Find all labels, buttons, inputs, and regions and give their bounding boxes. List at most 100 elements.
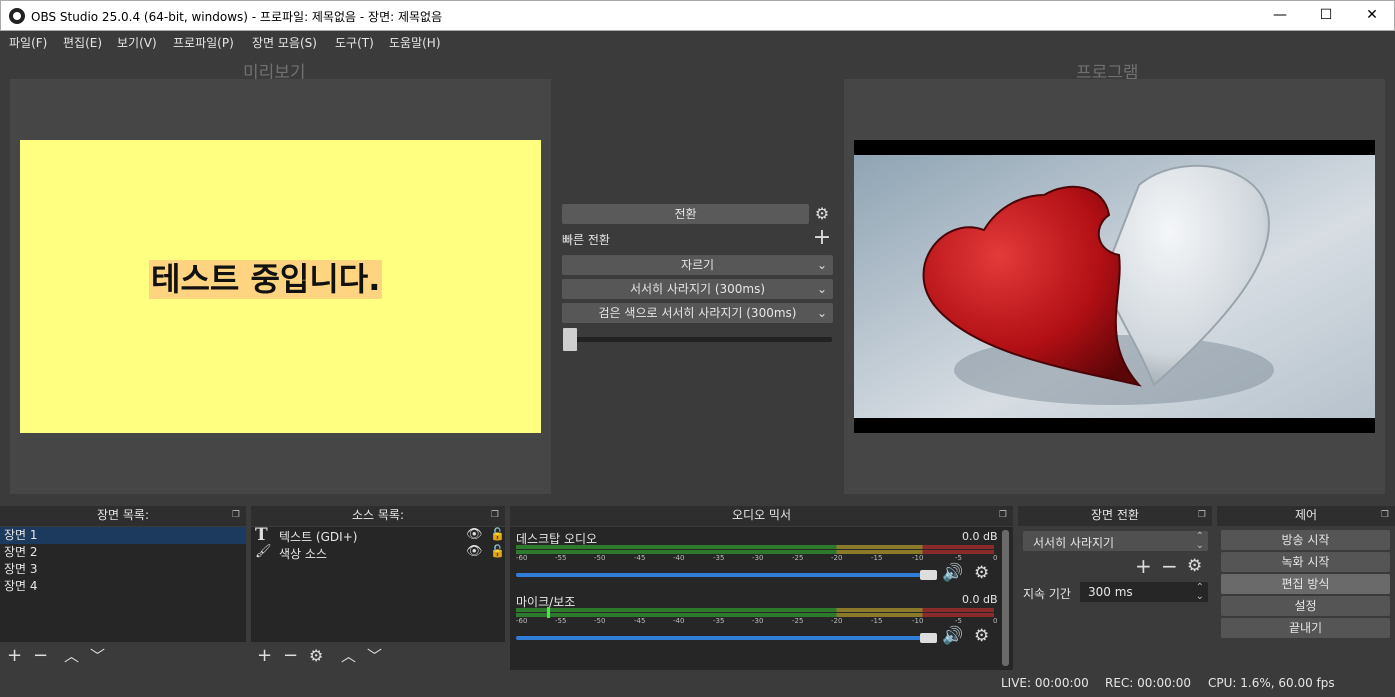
scenes-list: 장면 1 장면 2 장면 3 장면 4 (0, 527, 246, 642)
transition-select[interactable]: 서서히 사라지기 ⌃ ⌄ (1023, 531, 1208, 551)
t-bar-handle[interactable] (563, 328, 577, 351)
remove-source-minus-icon[interactable]: − (283, 644, 298, 668)
move-down-chevron-icon[interactable]: ﹀ (367, 644, 382, 668)
minimize-button[interactable]: — (1257, 1, 1303, 30)
scenes-dock-title: 장면 목록: (96, 508, 150, 522)
menu-tools[interactable]: 도구(T) (335, 34, 374, 51)
mixer-channel-db: 0.0 dB (962, 593, 998, 606)
scale-tick: -5 (955, 617, 962, 625)
start-recording-button[interactable]: 녹화 시작 (1221, 552, 1390, 572)
mixer-settings-gear-icon[interactable]: ⚙ (974, 563, 989, 583)
move-down-chevron-icon[interactable]: ﹀ (90, 644, 105, 668)
t-bar-track[interactable] (566, 337, 832, 342)
menu-file[interactable]: 파일(F) (9, 34, 47, 51)
move-up-chevron-icon[interactable]: ︿ (64, 644, 79, 668)
close-button[interactable]: ✕ (1349, 1, 1395, 30)
volume-slider-handle[interactable] (920, 633, 937, 643)
source-label: 텍스트 (GDI+) (279, 530, 358, 544)
add-scene-plus-icon[interactable]: + (7, 644, 22, 668)
lock-icon[interactable]: 🔓 (490, 544, 505, 558)
quick-transition-cut[interactable]: 자르기 ⌄ (562, 255, 833, 275)
scale-tick: -35 (713, 617, 725, 625)
menu-profile[interactable]: 프로파일(P) (173, 34, 234, 51)
scale-tick: -5 (955, 554, 962, 562)
quick-transition-fade-to-black[interactable]: 검은 색으로 서서히 사라지기 (300ms) ⌄ (562, 303, 833, 323)
scale-tick: -50 (594, 554, 606, 562)
meter-scale: -60 -55 -50 -45 -40 -35 -30 -25 -20 -15 … (516, 617, 998, 627)
move-up-chevron-icon[interactable]: ︿ (341, 644, 356, 668)
scale-tick: 0 (993, 554, 998, 562)
eye-icon[interactable]: 👁 (466, 544, 483, 559)
menu-view[interactable]: 보기(V) (117, 34, 157, 51)
scale-tick: -30 (752, 617, 764, 625)
float-icon[interactable]: ❐ (232, 506, 240, 524)
lock-icon[interactable]: 🔓 (490, 527, 505, 541)
menu-help[interactable]: 도움말(H) (389, 34, 441, 51)
scene-transitions-dock-header: 장면 전환 ❐ (1018, 506, 1212, 526)
sources-list: T 텍스트 (GDI+) 👁 🔓 🖌 색상 소스 👁 🔓 (251, 525, 505, 642)
add-source-plus-icon[interactable]: + (257, 644, 272, 668)
quick-transition-fade[interactable]: 서서히 사라지기 (300ms) ⌄ (562, 279, 833, 299)
mixer-settings-gear-icon[interactable]: ⚙ (974, 626, 989, 646)
speaker-icon[interactable]: 🔊 (942, 563, 963, 583)
spin-arrows-icon[interactable]: ⌃ ⌄ (1196, 583, 1204, 602)
scenes-dock-header: 장면 목록: ❐ (0, 506, 246, 526)
transition-button[interactable]: 전환 (562, 204, 809, 224)
spin-arrows-icon: ⌃ ⌄ (1195, 531, 1204, 551)
chevron-down-icon: ⌄ (816, 282, 827, 296)
transition-properties-gear-icon[interactable]: ⚙ (1187, 556, 1202, 576)
settings-button[interactable]: 설정 (1221, 596, 1390, 616)
scale-tick: -10 (912, 617, 924, 625)
volume-slider-handle[interactable] (920, 570, 937, 580)
scale-tick: -20 (831, 554, 843, 562)
live-status: LIVE: 00:00:00 (1001, 676, 1089, 690)
scene-item[interactable]: 장면 1 (0, 527, 246, 544)
source-item[interactable]: T 텍스트 (GDI+) 👁 🔓 (251, 525, 505, 545)
float-icon[interactable]: ❐ (1381, 506, 1389, 524)
remove-transition-minus-icon[interactable]: − (1161, 554, 1178, 578)
menu-scene-collection[interactable]: 장면 모음(S) (252, 34, 317, 51)
rec-status: REC: 00:00:00 (1105, 676, 1192, 690)
mixer-body: 데스크탑 오디오 0.0 dB -60 -55 -50 -45 -40 -35 … (510, 527, 1013, 670)
volume-slider-track[interactable] (516, 636, 936, 640)
quick-transition-label-2: 검은 색으로 서서히 사라지기 (300ms) (598, 306, 797, 320)
volume-slider-track[interactable] (516, 573, 936, 577)
preview-text-source[interactable]: 테스트 중입니다. (149, 260, 383, 299)
eye-icon[interactable]: 👁 (466, 527, 483, 542)
scene-item[interactable]: 장면 2 (0, 544, 246, 561)
program-canvas (854, 140, 1375, 433)
maximize-button[interactable]: ☐ (1303, 1, 1349, 30)
source-properties-gear-icon[interactable]: ⚙ (309, 644, 323, 668)
mixer-scrollbar[interactable] (1002, 530, 1009, 666)
duration-spinbox[interactable]: 300 ms ⌃ ⌄ (1080, 582, 1208, 602)
menu-edit[interactable]: 편집(E) (63, 34, 102, 51)
preview-pane[interactable]: 테스트 중입니다. (10, 79, 551, 494)
chevron-down-icon: ⌄ (816, 306, 827, 320)
volume-meter (516, 608, 994, 612)
add-quick-transition-plus-icon[interactable]: + (812, 227, 832, 249)
quick-transition-label-1: 서서히 사라지기 (300ms) (629, 282, 766, 296)
speaker-icon[interactable]: 🔊 (942, 626, 963, 646)
scale-tick: -55 (555, 617, 567, 625)
scene-item[interactable]: 장면 3 (0, 561, 246, 578)
remove-scene-minus-icon[interactable]: − (33, 644, 48, 668)
exit-button[interactable]: 끝내기 (1221, 618, 1390, 638)
add-transition-plus-icon[interactable]: + (1135, 554, 1152, 578)
start-streaming-button[interactable]: 방송 시작 (1221, 530, 1390, 550)
scale-tick: -10 (912, 554, 924, 562)
preview-canvas[interactable]: 테스트 중입니다. (20, 140, 541, 433)
scale-tick: 0 (993, 617, 998, 625)
scene-item[interactable]: 장면 4 (0, 578, 246, 595)
float-icon[interactable]: ❐ (999, 506, 1007, 524)
sources-dock-header: 소스 목록: ❐ (251, 506, 505, 526)
controls-dock-header: 제어 ❐ (1217, 506, 1395, 526)
transition-settings-gear-icon[interactable]: ⚙ (813, 204, 831, 224)
float-icon[interactable]: ❐ (491, 506, 499, 524)
float-icon[interactable]: ❐ (1198, 506, 1206, 524)
source-item[interactable]: 🖌 색상 소스 👁 🔓 (251, 544, 505, 561)
studio-mode-button[interactable]: 편집 방식 (1221, 574, 1390, 594)
scale-tick: -60 (516, 617, 528, 625)
scale-tick: -25 (792, 554, 804, 562)
mixer-channel-db: 0.0 dB (962, 530, 998, 543)
chevron-down-icon: ⌄ (816, 258, 827, 272)
